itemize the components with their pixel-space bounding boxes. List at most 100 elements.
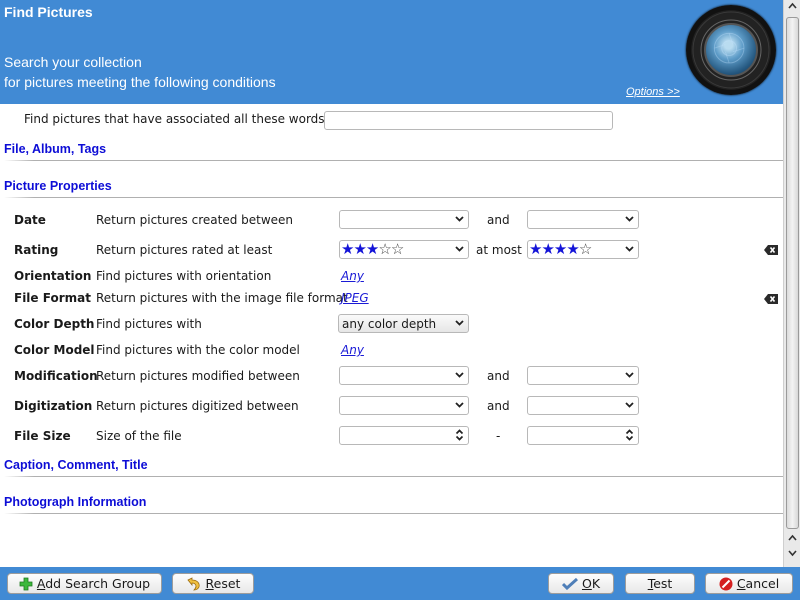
date-from-combo[interactable] bbox=[339, 210, 469, 229]
row-modification: Modification Return pictures modified be… bbox=[0, 365, 783, 387]
row-color-depth: Color Depth Find pictures with any color… bbox=[0, 313, 783, 335]
color-depth-desc: Find pictures with bbox=[96, 317, 202, 331]
options-link[interactable]: Options >> bbox=[626, 86, 680, 98]
file-size-from-spinbox[interactable] bbox=[339, 426, 469, 445]
digikam-logo bbox=[686, 5, 776, 95]
checkmark-icon bbox=[561, 577, 578, 590]
lens-icon bbox=[704, 23, 758, 77]
modification-joiner: and bbox=[487, 369, 510, 383]
file-format-link[interactable]: JPEG bbox=[341, 291, 369, 305]
undo-icon bbox=[186, 576, 200, 590]
rating-min-combo[interactable]: ★★★☆☆ bbox=[339, 240, 469, 259]
row-file-format: File Format Return pictures with the ima… bbox=[0, 287, 783, 309]
row-digitization: Digitization Return pictures digitized b… bbox=[0, 395, 783, 417]
rating-desc: Return pictures rated at least bbox=[96, 243, 273, 257]
star-empty-icon: ☆ bbox=[378, 240, 391, 258]
chevron-down-icon bbox=[625, 398, 634, 415]
separator bbox=[4, 197, 783, 198]
rating-max-combo[interactable]: ★★★★☆ bbox=[527, 240, 639, 259]
star-filled-icon: ★ bbox=[353, 240, 366, 258]
button-bar: Add Search Group Reset OK Test Cancel bbox=[0, 567, 800, 600]
separator bbox=[4, 476, 783, 477]
scroll-down-icon[interactable] bbox=[784, 549, 800, 560]
find-pictures-panel: Find Pictures Search your collection for… bbox=[0, 0, 783, 567]
modification-from-combo[interactable] bbox=[339, 366, 469, 385]
scroll-up-bottom-icon[interactable] bbox=[784, 534, 800, 545]
modification-to-combo[interactable] bbox=[527, 366, 639, 385]
cancel-icon bbox=[719, 577, 733, 590]
star-filled-icon: ★ bbox=[553, 240, 567, 258]
ok-button[interactable]: OK bbox=[548, 573, 614, 594]
clear-file-format-icon[interactable] bbox=[764, 294, 778, 304]
color-depth-label: Color Depth bbox=[14, 317, 95, 331]
chevron-down-icon bbox=[455, 368, 464, 385]
star-empty-icon: ☆ bbox=[390, 240, 404, 258]
test-button[interactable]: Test bbox=[625, 573, 695, 594]
section-caption-comment-title[interactable]: Caption, Comment, Title bbox=[4, 458, 148, 472]
vertical-scrollbar[interactable] bbox=[783, 0, 800, 567]
words-label: Find pictures that have associated all t… bbox=[24, 112, 329, 126]
file-size-desc: Size of the file bbox=[96, 429, 182, 443]
digitization-to-combo[interactable] bbox=[527, 396, 639, 415]
modification-label: Modification bbox=[14, 369, 98, 383]
row-orientation: Orientation Find pictures with orientati… bbox=[0, 265, 783, 287]
aperture-icon bbox=[713, 32, 745, 64]
rating-label: Rating bbox=[14, 243, 59, 257]
orientation-link[interactable]: Any bbox=[341, 269, 364, 283]
chevron-down-icon bbox=[455, 316, 464, 333]
separator bbox=[4, 513, 783, 514]
clear-rating-icon[interactable] bbox=[764, 245, 778, 255]
chevron-down-icon bbox=[625, 368, 634, 385]
rating-max-stars: ★★★★☆ bbox=[529, 240, 592, 258]
star-filled-icon: ★ bbox=[566, 240, 579, 258]
row-date: Date Return pictures created between and bbox=[0, 209, 783, 231]
section-file-album-tags[interactable]: File, Album, Tags bbox=[4, 142, 106, 156]
star-empty-icon: ☆ bbox=[578, 240, 592, 258]
date-joiner: and bbox=[487, 213, 510, 227]
file-format-desc: Return pictures with the image file form… bbox=[96, 291, 348, 305]
chevron-down-icon bbox=[455, 242, 464, 259]
orientation-label: Orientation bbox=[14, 269, 92, 283]
chevron-down-icon bbox=[455, 212, 464, 229]
chevron-down-icon bbox=[625, 212, 634, 229]
subtitle-line-2: for pictures meeting the following condi… bbox=[4, 74, 276, 90]
color-depth-combo[interactable]: any color depth bbox=[338, 314, 469, 333]
digitization-label: Digitization bbox=[14, 399, 93, 413]
subtitle-line-1: Search your collection bbox=[4, 54, 142, 70]
color-model-label: Color Model bbox=[14, 343, 95, 357]
scroll-up-icon[interactable] bbox=[784, 2, 800, 13]
header-banner: Find Pictures Search your collection for… bbox=[0, 0, 783, 104]
plus-icon bbox=[19, 577, 33, 590]
add-search-group-button[interactable]: Add Search Group bbox=[7, 573, 162, 594]
spin-updown-icon[interactable] bbox=[625, 428, 634, 445]
date-to-combo[interactable] bbox=[527, 210, 639, 229]
row-file-size: File Size Size of the file - bbox=[0, 425, 783, 447]
color-model-link[interactable]: Any bbox=[341, 343, 364, 357]
cancel-button[interactable]: Cancel bbox=[705, 573, 793, 594]
file-size-to-spinbox[interactable] bbox=[527, 426, 639, 445]
header-subtitle: Search your collection for pictures meet… bbox=[4, 52, 276, 92]
file-size-joiner: - bbox=[496, 429, 501, 443]
separator bbox=[4, 160, 783, 161]
scrollbar-thumb[interactable] bbox=[786, 17, 799, 529]
modification-desc: Return pictures modified between bbox=[96, 369, 300, 383]
file-size-label: File Size bbox=[14, 429, 71, 443]
star-filled-icon: ★ bbox=[341, 240, 354, 258]
section-photograph-information[interactable]: Photograph Information bbox=[4, 495, 146, 509]
words-input[interactable] bbox=[324, 111, 613, 130]
row-rating: Rating Return pictures rated at least ★★… bbox=[0, 239, 783, 261]
dialog-title: Find Pictures bbox=[4, 4, 93, 20]
star-filled-icon: ★ bbox=[365, 240, 379, 258]
star-filled-icon: ★ bbox=[529, 240, 542, 258]
row-color-model: Color Model Find pictures with the color… bbox=[0, 339, 783, 361]
reset-button[interactable]: Reset bbox=[172, 573, 254, 594]
rating-joiner: at most bbox=[476, 243, 522, 257]
spin-updown-icon[interactable] bbox=[455, 428, 464, 445]
chevron-down-icon bbox=[455, 398, 464, 415]
section-picture-properties[interactable]: Picture Properties bbox=[4, 179, 112, 193]
file-format-label: File Format bbox=[14, 291, 91, 305]
orientation-desc: Find pictures with orientation bbox=[96, 269, 272, 283]
digitization-from-combo[interactable] bbox=[339, 396, 469, 415]
date-desc: Return pictures created between bbox=[96, 213, 294, 227]
rating-min-stars: ★★★☆☆ bbox=[341, 240, 404, 258]
